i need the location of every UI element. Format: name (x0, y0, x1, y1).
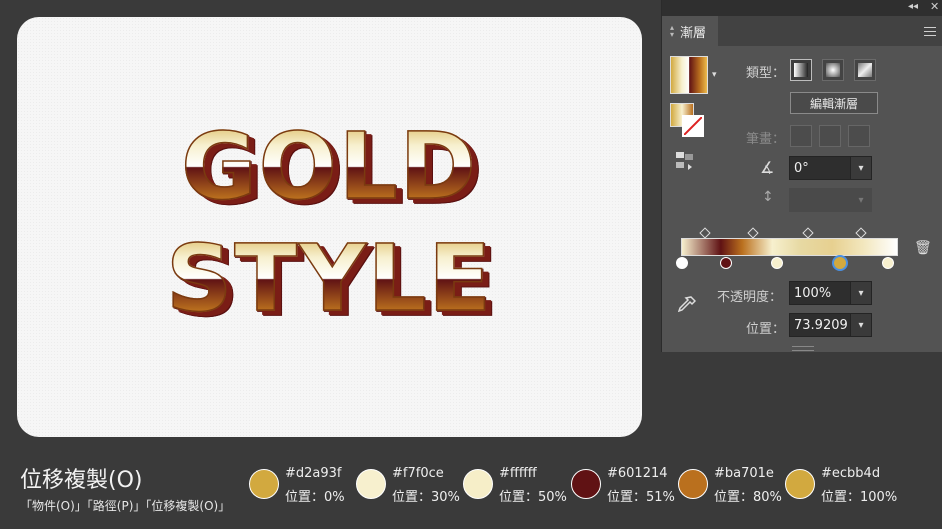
angle-input[interactable]: 0° (789, 156, 851, 180)
color-stop-selected[interactable] (832, 255, 848, 271)
panel-title-bar: ◂◂ ✕ (662, 0, 942, 16)
color-position-label: 位置：0% (285, 490, 345, 505)
collapse-icon[interactable]: ◂◂ (908, 1, 918, 12)
stroke-label: 筆畫： (746, 132, 786, 147)
close-icon[interactable]: ✕ (930, 0, 939, 13)
color-chip (571, 469, 601, 499)
caption-title: 位移複製(O) (20, 468, 143, 493)
color-hex-label: #ffffff (499, 466, 537, 481)
color-stop[interactable] (771, 257, 783, 269)
color-hex-label: #ba701e (714, 466, 774, 481)
color-hex-label: #f7f0ce (392, 466, 444, 481)
midpoint-handle[interactable] (855, 227, 867, 239)
linear-gradient-icon (794, 63, 808, 77)
color-hex-label: #601214 (607, 466, 668, 481)
gradient-slider[interactable] (681, 238, 898, 256)
stroke-none-icon[interactable] (682, 115, 704, 137)
aspect-ratio-input[interactable] (789, 188, 851, 212)
color-chip (249, 469, 279, 499)
opacity-dropdown[interactable]: ▾ (850, 281, 872, 305)
location-dropdown[interactable]: ▾ (850, 313, 872, 337)
color-hex-label: #d2a93f (285, 466, 342, 481)
midpoint-handle[interactable] (747, 227, 759, 239)
location-label: 位置： (746, 322, 786, 337)
color-position-label: 位置：50% (499, 490, 567, 505)
midpoint-handle[interactable] (699, 227, 711, 239)
artboard-canvas[interactable]: GOLD STYLE (17, 17, 642, 437)
midpoint-handle[interactable] (802, 227, 814, 239)
edit-gradient-button[interactable]: 編輯漸層 (790, 92, 878, 114)
panel-menu-icon[interactable] (924, 24, 936, 39)
stroke-along-button[interactable] (819, 125, 841, 147)
color-chip (678, 469, 708, 499)
gold-text-line-1[interactable]: GOLD (17, 112, 642, 221)
type-label: 類型： (746, 66, 786, 81)
radial-gradient-button[interactable] (822, 59, 844, 81)
color-chip (785, 469, 815, 499)
color-stop[interactable] (882, 257, 894, 269)
stroke-across-button[interactable] (848, 125, 870, 147)
angle-dropdown[interactable]: ▾ (850, 156, 872, 180)
tab-gradient-label: 漸層 (680, 25, 707, 41)
freeform-gradient-button[interactable] (854, 59, 876, 81)
gold-text-line-2[interactable]: STYLE (17, 224, 642, 333)
color-position-label: 位置：100% (821, 490, 898, 505)
angle-icon: ∡ (760, 158, 775, 177)
tab-reorder-icon: ▴ ▾ (670, 23, 675, 39)
radial-gradient-icon (826, 63, 840, 77)
color-chip (356, 469, 386, 499)
caption-subtitle: 「物件(O)」「路徑(P)」「位移複製(O)」 (20, 499, 231, 513)
opacity-input[interactable]: 100% (789, 281, 851, 305)
panel-tab-bar: ▴ ▾ 漸層 (662, 16, 942, 46)
gradient-swatch[interactable] (670, 56, 708, 94)
eyedropper-icon[interactable] (677, 296, 697, 320)
tab-gradient[interactable]: ▴ ▾ 漸層 (662, 16, 718, 46)
color-stop[interactable] (676, 257, 688, 269)
freeform-gradient-icon (858, 63, 872, 77)
color-position-label: 位置：51% (607, 490, 675, 505)
gradient-swatch-dropdown-icon[interactable]: ▾ (712, 70, 717, 80)
aspect-ratio-dropdown[interactable]: ▾ (850, 188, 872, 212)
linear-gradient-button[interactable] (790, 59, 812, 81)
color-position-label: 位置：30% (392, 490, 460, 505)
color-hex-label: #ecbb4d (821, 466, 881, 481)
gradient-panel: ◂◂ ✕ ▴ ▾ 漸層 ▾ 類型： 編輯漸層 筆畫： ∡ 0° ▾ ↕ ▾ 🗑 … (661, 0, 942, 352)
stroke-within-button[interactable] (790, 125, 812, 147)
color-stop[interactable] (720, 257, 732, 269)
color-chip (463, 469, 493, 499)
aspect-ratio-icon: ↕ (762, 189, 774, 205)
color-position-label: 位置：80% (714, 490, 782, 505)
swap-fill-stroke-icon[interactable] (676, 152, 696, 170)
opacity-label: 不透明度： (717, 290, 783, 305)
panel-resize-grip[interactable] (792, 346, 814, 351)
location-input[interactable]: 73.9209 (789, 313, 851, 337)
delete-stop-icon[interactable]: 🗑 (914, 240, 932, 256)
